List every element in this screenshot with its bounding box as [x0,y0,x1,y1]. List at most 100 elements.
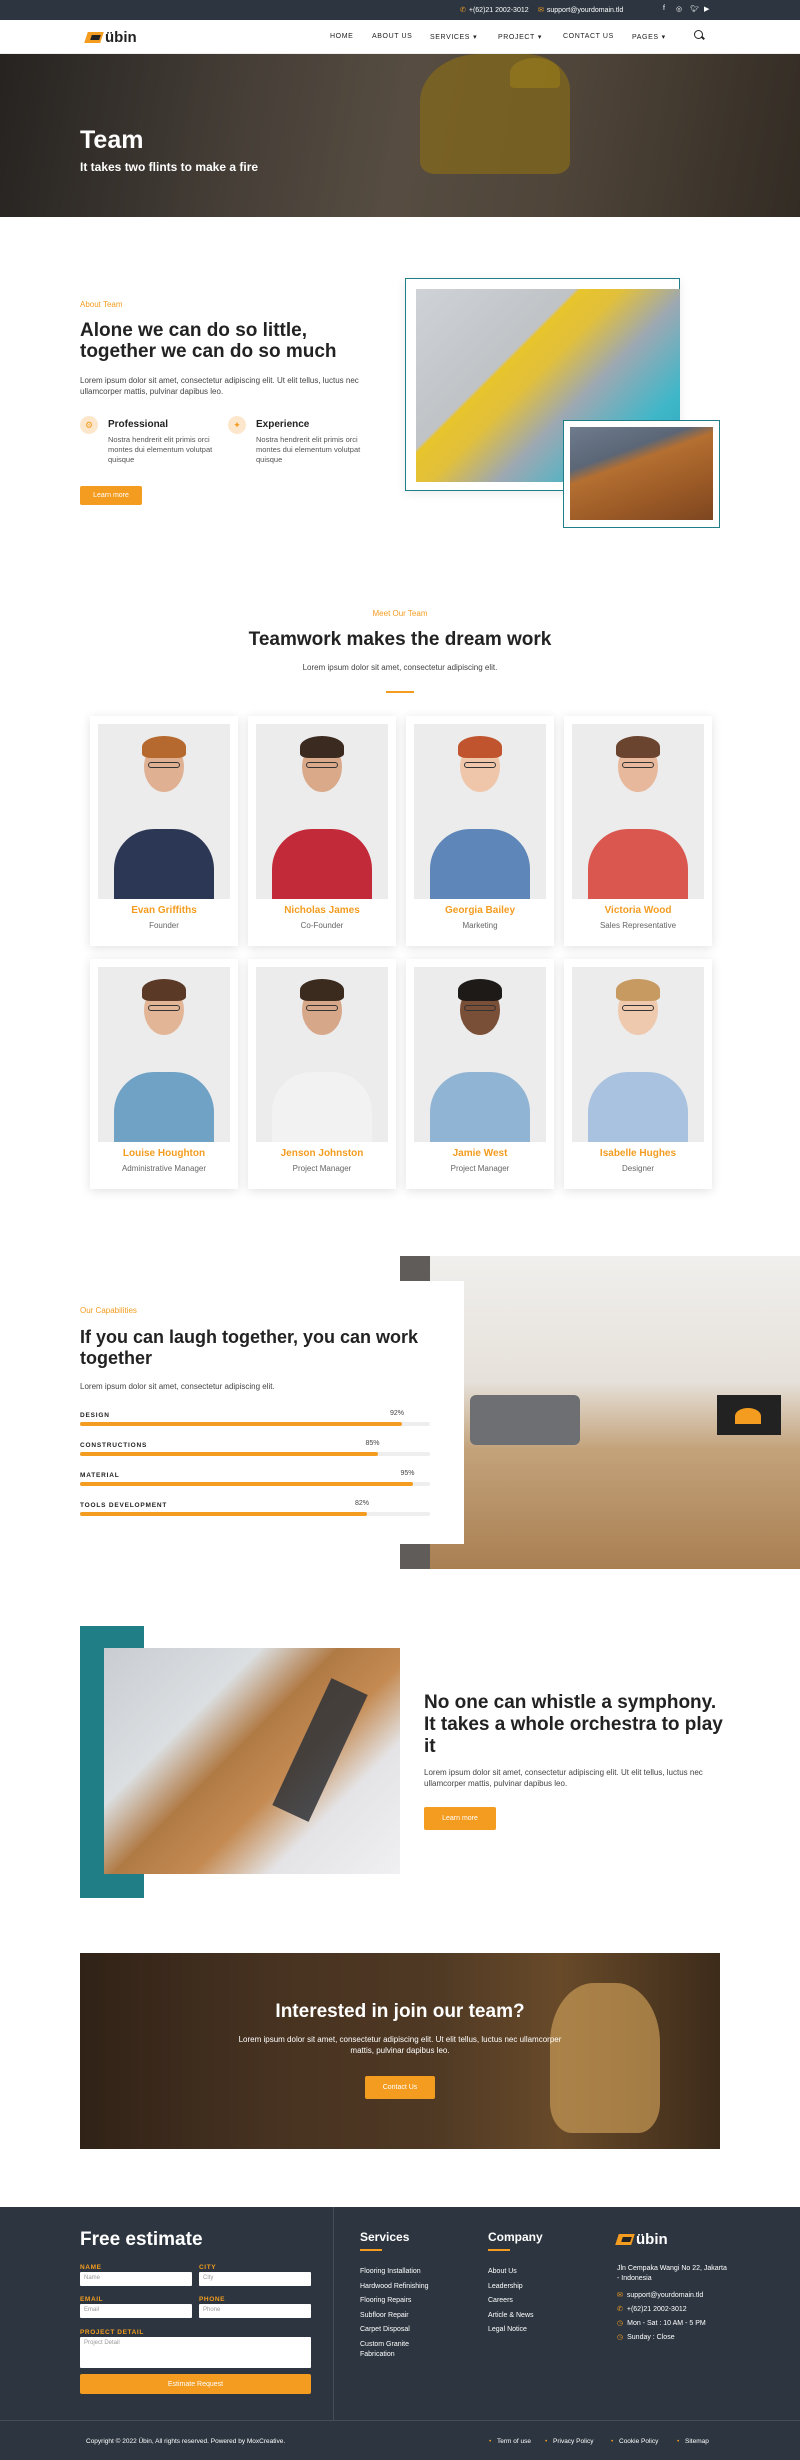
footer-email[interactable]: ✉ support@yourdomain.tld [617,2291,703,2300]
footer-link[interactable]: Article & News [488,2311,578,2321]
footer-link[interactable]: Flooring Repairs [360,2296,440,2306]
photo-hair-shape [616,736,660,758]
about-eyebrow: About Team [80,300,123,309]
footer-hours: ◷ Mon - Sat : 10 AM - 5 PM [617,2319,706,2328]
skill-bar-percent: 92% [390,1410,405,1417]
twitter-icon[interactable]: 🐦︎ [690,5,699,13]
main-nav: übin HOME ABOUT US SERVICES ▾ PROJECT ▾ CO… [0,20,800,54]
team-member-card[interactable]: Jenson Johnston Project Manager [248,959,396,1189]
footer-link[interactable]: Hardwood Refinishing [360,2282,440,2292]
site-logo[interactable]: übin [84,29,137,46]
page-subtitle: It takes two flints to make a fire [80,160,259,174]
orchestra-image [104,1648,400,1874]
footer-bottom-link[interactable]: Sitemap [685,2438,709,2445]
photo-hair-shape [300,979,344,1001]
logo-icon [84,32,104,43]
team-member-role: Marketing [462,921,498,930]
photo-hair-shape [458,736,502,758]
name-input[interactable]: Name [80,2272,192,2286]
footer-link[interactable]: Subfloor Repair [360,2311,440,2321]
team-member-photo [98,724,230,899]
fire-shape [735,1408,761,1424]
orchestra-text: Lorem ipsum dolor sit amet, consectetur … [424,1768,703,1788]
orchestra-heading: No one can whistle a symphony. It takes … [424,1692,723,1757]
estimate-request-button[interactable]: Estimate Request [80,2374,311,2394]
email-label: EMAIL [80,2296,104,2303]
email-input[interactable]: Email [80,2304,192,2318]
skill-bar-fill [80,1482,413,1486]
instagram-icon[interactable]: ◎ [676,5,682,13]
phone-icon: ✆ [617,2306,623,2313]
bullet-icon: • [489,2438,492,2445]
footer-link[interactable]: About Us [488,2267,578,2277]
youtube-icon[interactable]: ▶ [704,5,709,13]
photo-glasses-shape [306,1005,338,1011]
about-text: Lorem ipsum dolor sit amet, consectetur … [80,376,359,396]
phone-input[interactable]: Phone [199,2304,311,2318]
contact-us-button[interactable]: Contact Us [365,2076,435,2099]
skill-bar-label: MATERIAL [80,1472,120,1479]
topbar-phone[interactable]: ✆ +(62)21 2002-3012 [460,6,529,15]
team-member-card[interactable]: Evan Griffiths Founder [90,716,238,946]
bullet-icon: • [611,2438,614,2445]
photo-body-shape [272,1072,372,1142]
nav-about[interactable]: ABOUT US [372,33,412,40]
team-member-card[interactable]: Nicholas James Co-Founder [248,716,396,946]
nav-contact[interactable]: CONTACT US [563,33,614,40]
photo-glasses-shape [148,762,180,768]
company-title: Company [488,2230,543,2244]
team-member-name: Georgia Bailey [444,905,516,916]
about-learn-more-button[interactable]: Learn more [80,486,142,505]
team-eyebrow: Meet Our Team [372,609,428,618]
team-member-name: Louise Houghton [122,1148,206,1159]
team-member-photo [572,724,704,899]
nav-services[interactable]: SERVICES ▾ [430,33,477,42]
photo-hair-shape [142,736,186,758]
capabilities-heading: If you can laugh together, you can work … [80,1327,419,1368]
company-underline [488,2249,510,2251]
footer-bottom-link[interactable]: Term of use [497,2438,531,2445]
footer-link[interactable]: Careers [488,2296,578,2306]
footer-link[interactable]: Legal Notice [488,2325,578,2335]
footer-link[interactable]: Carpet Disposal [360,2325,440,2335]
skill-bar-label: DESIGN [80,1412,110,1419]
name-label: NAME [80,2264,102,2271]
footer-bottom-link[interactable]: Cookie Policy [619,2438,658,2445]
feature-title: Professional [108,419,169,430]
photo-body-shape [114,829,214,899]
services-underline [360,2249,382,2251]
nav-project[interactable]: PROJECT ▾ [498,33,542,42]
photo-hair-shape [300,736,344,758]
photo-hair-shape [142,979,186,1001]
nav-home[interactable]: HOME [330,33,353,40]
team-member-card[interactable]: Victoria Wood Sales Representative [564,716,712,946]
project-detail-textarea[interactable]: Project Detail [80,2337,311,2368]
footer-link[interactable]: Custom Granite Fabrication [360,2340,440,2360]
orchestra-learn-more-button[interactable]: Learn more [424,1807,496,1830]
photo-body-shape [430,1072,530,1142]
photo-hair-shape [616,979,660,1001]
search-icon[interactable] [694,30,703,39]
team-member-name: Evan Griffiths [131,905,197,916]
city-input[interactable]: City [199,2272,311,2286]
footer-link[interactable]: Flooring Installation [360,2267,440,2277]
team-member-card[interactable]: Georgia Bailey Marketing [406,716,554,946]
topbar-email[interactable]: ✉ support@yourdomain.tld [538,6,623,15]
team-member-card[interactable]: Isabelle Hughes Designer [564,959,712,1189]
footer-bottom-link[interactable]: Privacy Policy [553,2438,593,2445]
team-divider [386,691,414,693]
team-member-card[interactable]: Louise Houghton Administrative Manager [90,959,238,1189]
team-member-card[interactable]: Jamie West Project Manager [406,959,554,1189]
photo-body-shape [272,829,372,899]
footer-phone[interactable]: ✆ +(62)21 2002-3012 [617,2305,687,2314]
team-member-name: Victoria Wood [604,905,672,916]
nav-pages[interactable]: PAGES ▾ [632,33,666,42]
copyright: Copyright © 2022 Übin, All rights reserv… [86,2438,286,2445]
footer-logo[interactable]: übin [615,2231,668,2248]
team-member-photo [256,967,388,1142]
skill-bar-fill [80,1422,402,1426]
facebook-icon[interactable]: f [663,5,665,12]
footer-link[interactable]: Leadership [488,2282,578,2292]
footer-closed: ◷ Sunday : Close [617,2333,675,2342]
skill-bar-label: CONSTRUCTIONS [80,1442,148,1449]
